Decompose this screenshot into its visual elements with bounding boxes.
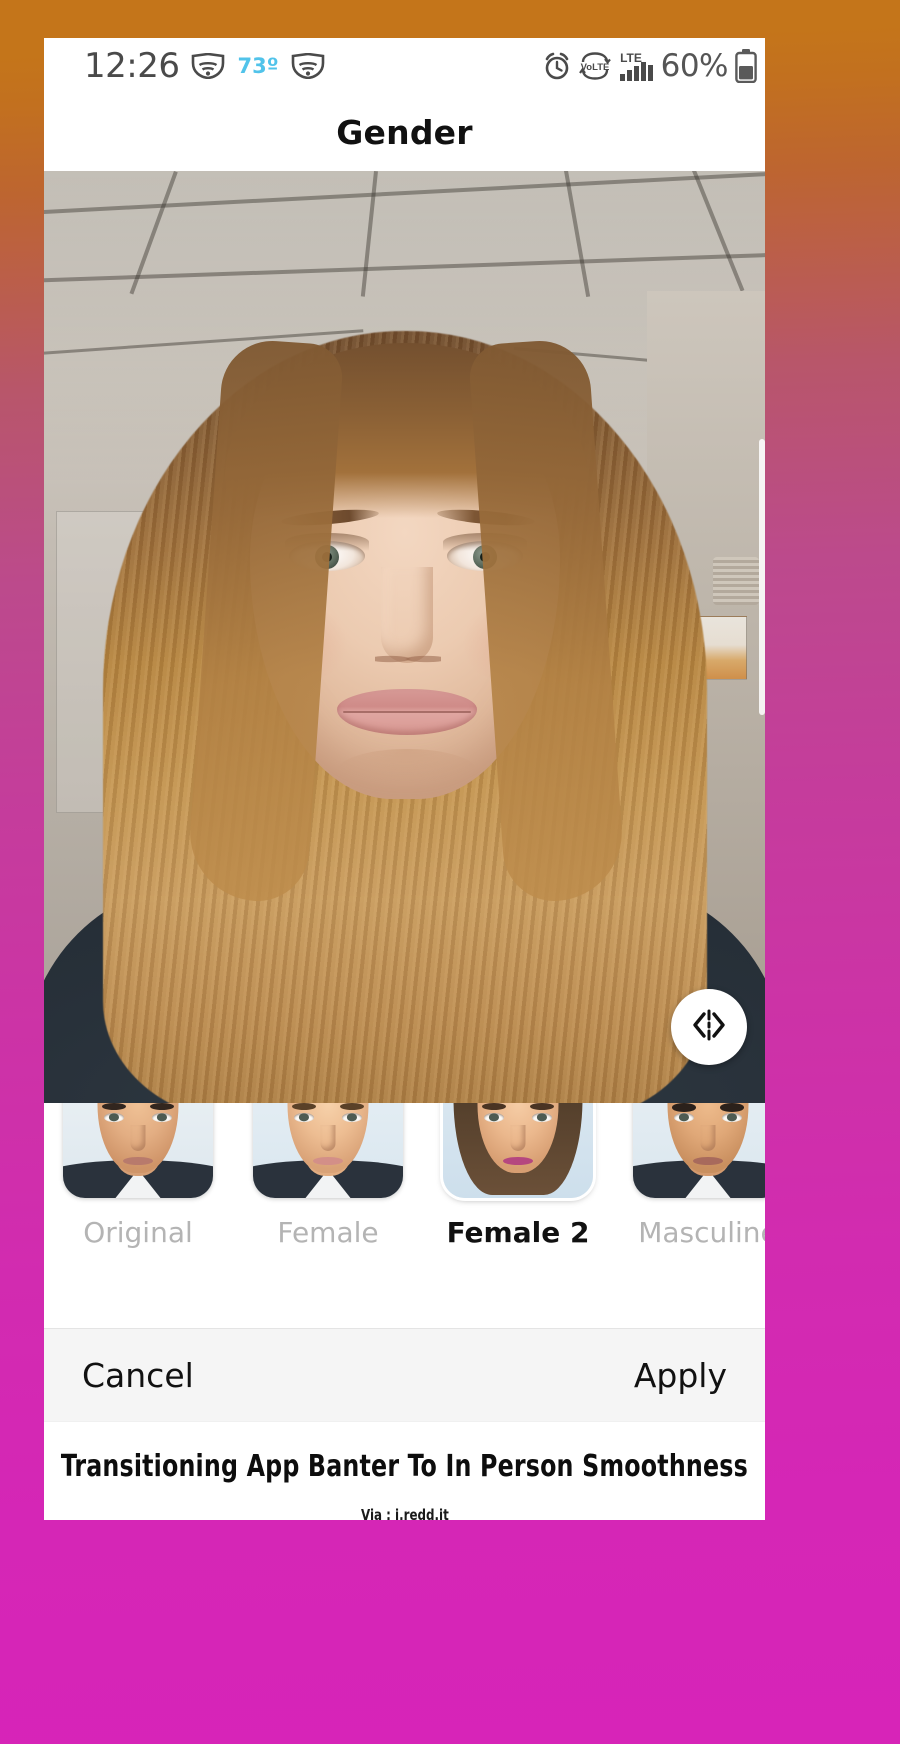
battery-percent-label: 60% — [660, 47, 729, 84]
wifi-shield-icon — [291, 53, 325, 79]
style-thumbnail-list[interactable]: Original Female Female 2 Masculine — [44, 1103, 765, 1249]
style-option-masculine[interactable]: Masculine — [622, 1103, 765, 1249]
chin — [336, 749, 477, 793]
wifi-shield-icon — [191, 53, 225, 79]
status-bar-left: 12:26 73º — [84, 49, 325, 83]
alarm-icon — [542, 51, 572, 81]
compare-before-after-button[interactable] — [671, 989, 747, 1065]
status-bar: 12:26 73º VoLTE LTE 60% — [44, 38, 765, 94]
style-label: Original — [83, 1216, 193, 1249]
page-title: Gender — [336, 113, 473, 152]
nostrils — [374, 651, 441, 667]
svg-text:VoLTE: VoLTE — [580, 62, 609, 73]
volte-icon: VoLTE — [578, 51, 611, 81]
lte-signal-icon: LTE — [618, 50, 654, 82]
apply-button[interactable]: Apply — [634, 1356, 727, 1395]
caption-block: Transitioning App Banter To In Person Sm… — [44, 1421, 765, 1520]
style-option-original[interactable]: Original — [52, 1103, 224, 1249]
caption-headline: Transitioning App Banter To In Person Sm… — [60, 1449, 749, 1484]
status-time: 12:26 — [84, 46, 180, 86]
action-bar: Cancel Apply — [44, 1328, 765, 1421]
status-bar-right: VoLTE LTE 60% — [542, 49, 757, 83]
style-thumbnail[interactable] — [443, 1103, 593, 1198]
caption-source: Via : i.redd.it — [360, 1506, 449, 1520]
style-thumbnail[interactable] — [633, 1103, 765, 1198]
style-selector[interactable]: Original Female Female 2 Masculine — [44, 1103, 765, 1328]
gradient-background-frame: 12:26 73º VoLTE LTE 60% Gender Original … — [0, 0, 900, 1744]
app-header: Gender — [44, 94, 765, 171]
nose — [381, 567, 433, 663]
photo-preview[interactable] — [44, 171, 765, 1103]
lte-label: LTE — [620, 51, 642, 65]
style-option-female[interactable]: Female — [242, 1103, 414, 1249]
phone-screenshot: 12:26 73º VoLTE LTE 60% Gender Original … — [44, 38, 765, 1520]
compare-split-icon — [688, 1008, 730, 1047]
style-thumbnail[interactable] — [253, 1103, 403, 1198]
style-label: Female 2 — [446, 1216, 590, 1249]
style-label: Masculine — [638, 1216, 765, 1249]
battery-icon — [735, 49, 757, 83]
cancel-button[interactable]: Cancel — [82, 1356, 194, 1395]
scroll-indicator[interactable] — [759, 439, 765, 715]
style-label: Female — [277, 1216, 379, 1249]
style-option-female-2[interactable]: Female 2 — [432, 1103, 604, 1249]
style-thumbnail[interactable] — [63, 1103, 213, 1198]
portrait-subject — [44, 211, 765, 1103]
status-temperature: 73º — [237, 53, 279, 78]
